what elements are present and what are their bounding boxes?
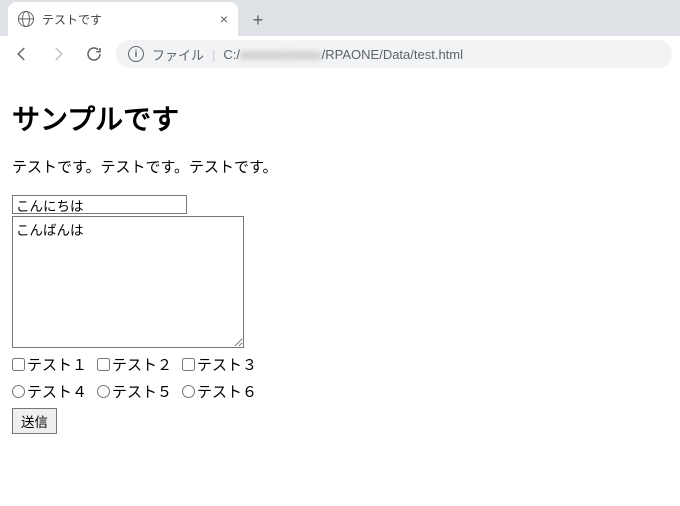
checkbox-label: テスト３	[197, 354, 257, 375]
forward-button[interactable]	[44, 40, 72, 68]
radio-label: テスト４	[27, 381, 87, 402]
radio-input[interactable]	[12, 385, 25, 398]
radio-test6[interactable]: テスト６	[182, 381, 257, 402]
back-button[interactable]	[8, 40, 36, 68]
url-separator: |	[212, 47, 215, 62]
radio-label: テスト５	[112, 381, 172, 402]
arrow-right-icon	[49, 45, 67, 63]
text-input[interactable]	[12, 195, 187, 214]
textarea[interactable]	[12, 216, 244, 348]
browser-tab[interactable]: テストです ×	[8, 2, 238, 36]
url-scheme: ファイル	[152, 45, 204, 64]
page-paragraph: テストです。テストです。テストです。	[12, 156, 668, 177]
address-bar[interactable]: i ファイル | C:/xxxxxxx/xxxxx/RPAONE/Data/te…	[116, 40, 672, 68]
radio-test4[interactable]: テスト４	[12, 381, 87, 402]
radio-test5[interactable]: テスト５	[97, 381, 172, 402]
submit-button[interactable]: 送信	[12, 408, 57, 434]
checkbox-input[interactable]	[97, 358, 110, 371]
reload-button[interactable]	[80, 40, 108, 68]
checkbox-test1[interactable]: テスト１	[12, 354, 87, 375]
checkbox-input[interactable]	[12, 358, 25, 371]
radio-label: テスト６	[197, 381, 257, 402]
radio-input[interactable]	[182, 385, 195, 398]
url-text: C:/xxxxxxx/xxxxx/RPAONE/Data/test.html	[223, 47, 463, 62]
radio-input[interactable]	[97, 385, 110, 398]
page-content: サンプルです テストです。テストです。テストです。 テスト１ テスト２ テスト３…	[0, 72, 680, 446]
reload-icon	[85, 45, 103, 63]
new-tab-button[interactable]: +	[244, 6, 272, 34]
checkbox-label: テスト１	[27, 354, 87, 375]
browser-chrome: テストです × + i ファイル | C:/xxxxxxx/xxxxx/RPAO…	[0, 0, 680, 72]
checkbox-test2[interactable]: テスト２	[97, 354, 172, 375]
page-heading: サンプルです	[12, 98, 668, 138]
checkbox-input[interactable]	[182, 358, 195, 371]
tab-title: テストです	[42, 11, 212, 28]
checkbox-row: テスト１ テスト２ テスト３	[12, 354, 668, 375]
arrow-left-icon	[13, 45, 31, 63]
checkbox-label: テスト２	[112, 354, 172, 375]
toolbar: i ファイル | C:/xxxxxxx/xxxxx/RPAONE/Data/te…	[0, 36, 680, 72]
checkbox-test3[interactable]: テスト３	[182, 354, 257, 375]
close-icon[interactable]: ×	[220, 11, 228, 27]
globe-icon	[18, 11, 34, 27]
info-icon: i	[128, 46, 144, 62]
radio-row: テスト４ テスト５ テスト６	[12, 381, 668, 402]
tab-bar: テストです × +	[0, 0, 680, 36]
